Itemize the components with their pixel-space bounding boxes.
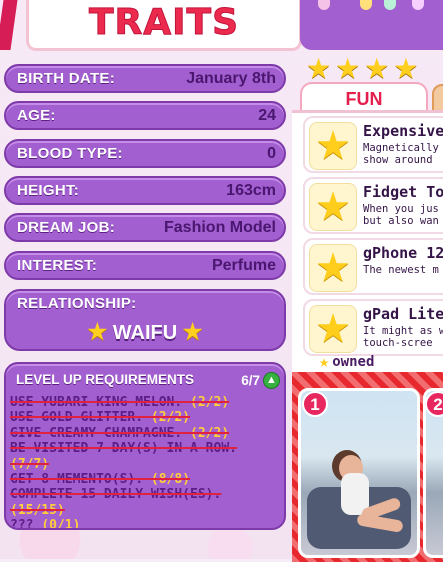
requirement-item: USE YUBARI KING MELON. (2/2) xyxy=(10,395,229,410)
requirement-text: GIVE CREAMY CHAMPAGNE. xyxy=(10,425,183,441)
trait-height: HEIGHT: 163cm xyxy=(4,176,286,205)
item-desc: It might as w touch-scree xyxy=(363,325,443,349)
trait-label: INTEREST: xyxy=(17,257,98,274)
requirement-text: USE GOLD GLITTER. xyxy=(10,410,144,426)
level-up-label: LEVEL UP REQUIREMENTS xyxy=(16,372,195,387)
trait-value: Fashion Model xyxy=(164,218,276,236)
shop-item[interactable]: ★ gPad Lite It might as w touch-scree xyxy=(303,299,443,356)
requirement-text: COMPLETE 15 DAILY WISH(ES). xyxy=(10,487,222,503)
star-icon: ★ xyxy=(87,319,108,344)
trait-value: 163cm xyxy=(226,181,276,199)
trait-dream-job: DREAM JOB: Fashion Model xyxy=(4,213,286,242)
requirement-progress: (0/1) xyxy=(41,518,81,530)
star-icon: ★ xyxy=(309,183,357,231)
trait-label: BLOOD TYPE: xyxy=(17,145,123,162)
star-icon: ★ xyxy=(309,305,357,353)
relationship-value: ★ WAIFU ★ xyxy=(6,319,284,345)
trait-value: January 8th xyxy=(186,69,276,87)
item-name: Fidget Toy xyxy=(363,183,443,201)
decorative-dot xyxy=(318,0,330,10)
trait-label: HEIGHT: xyxy=(17,182,80,199)
item-desc: Magnetically show around xyxy=(363,142,439,166)
requirement-progress: (15/15) xyxy=(10,502,65,518)
requirement-progress: (2/2) xyxy=(150,410,191,426)
star-icon: ★ xyxy=(364,52,390,85)
requirement-item: BE VISITED 7 DAY(S) IN A ROW. (7/7) xyxy=(10,441,237,471)
tab-fun[interactable]: FUN xyxy=(300,82,428,112)
owned-indicator: ★ owned xyxy=(319,352,374,372)
decorative-dot xyxy=(412,0,424,10)
arrow-up-icon: ▲ xyxy=(263,372,280,389)
star-icon: ★ xyxy=(309,244,357,292)
requirement-text: ??? xyxy=(10,518,34,530)
relationship-status: WAIFU xyxy=(112,322,178,344)
requirement-item: ??? (0/1) xyxy=(10,518,81,530)
card-number-badge: 1 xyxy=(302,391,328,417)
trait-blood-type: BLOOD TYPE: 0 xyxy=(4,139,286,168)
requirements-list: USE YUBARI KING MELON. (2/2) USE GOLD GL… xyxy=(10,395,282,530)
owned-label: owned xyxy=(332,354,375,370)
requirement-progress: (2/2) xyxy=(190,395,230,410)
level-up-count: 6/7 xyxy=(241,373,260,388)
decorative-dot xyxy=(384,0,396,10)
requirement-item: GIVE CREAMY CHAMPAGNE. (2/2) xyxy=(10,426,229,441)
trait-value: 0 xyxy=(267,144,276,162)
trait-value: Perfume xyxy=(211,256,276,274)
trait-label: AGE: xyxy=(17,107,56,124)
star-icon: ★ xyxy=(309,122,357,170)
level-up-panel: LEVEL UP REQUIREMENTS 6/7 ▲ USE YUBARI K… xyxy=(4,362,286,530)
trait-interest: INTEREST: Perfume xyxy=(4,251,286,280)
tab-fun-label: FUN xyxy=(345,89,383,109)
star-icon: ★ xyxy=(319,352,330,372)
trait-birth-date: BIRTH DATE: January 8th xyxy=(4,64,286,93)
trait-label: BIRTH DATE: xyxy=(17,70,116,87)
relationship-panel: RELATIONSHIP: ★ WAIFU ★ xyxy=(4,289,286,351)
requirement-item: GET 8 MEMENTO(S). (8/8) xyxy=(10,472,190,487)
requirement-item: USE GOLD GLITTER. (2/2) xyxy=(10,410,190,425)
requirement-item: COMPLETE 15 DAILY WISH(ES). (15/15) xyxy=(10,487,221,517)
decorative-dot xyxy=(360,0,372,10)
requirement-text: GET 8 MEMENTO(S). xyxy=(10,472,144,488)
item-desc: When you jus but also wan xyxy=(363,203,439,227)
requirement-text: BE VISITED 7 DAY(S) IN A ROW. xyxy=(10,441,237,457)
top-strip xyxy=(300,0,443,50)
star-icon: ★ xyxy=(306,52,332,85)
star-icon: ★ xyxy=(335,52,361,85)
trait-label: DREAM JOB: xyxy=(17,219,116,236)
item-name: Expensive xyxy=(363,122,443,140)
item-name: gPad Lite xyxy=(363,305,443,323)
level-up-counter: 6/7 ▲ xyxy=(241,372,280,389)
requirement-text: USE YUBARI KING MELON. xyxy=(10,395,183,410)
star-icon: ★ xyxy=(393,52,419,85)
star-icon: ★ xyxy=(182,319,203,344)
rating-stars: ★ ★ ★ ★ xyxy=(306,52,419,85)
shop-item[interactable]: ★ Expensive Magnetically show around xyxy=(303,116,443,173)
trait-value: 24 xyxy=(258,106,276,124)
trait-age: AGE: 24 xyxy=(4,101,286,130)
requirement-progress: (7/7) xyxy=(10,456,50,472)
title-banner: TRAITS xyxy=(26,0,302,51)
shop-item[interactable]: ★ Fidget Toy When you jus but also wan xyxy=(303,177,443,234)
requirement-progress: (2/2) xyxy=(190,425,230,441)
page-title: TRAITS xyxy=(88,2,240,44)
item-desc: The newest m xyxy=(363,264,439,276)
requirement-progress: (8/8) xyxy=(150,472,191,488)
relationship-label: RELATIONSHIP: xyxy=(17,295,137,312)
item-name: gPhone 12 xyxy=(363,244,443,262)
shop-item[interactable]: ★ gPhone 12 The newest m xyxy=(303,238,443,295)
